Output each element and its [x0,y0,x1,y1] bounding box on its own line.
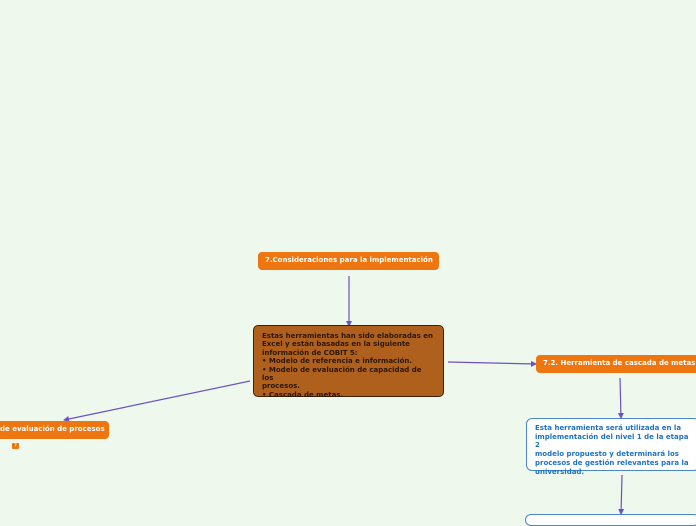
note-node-cascada[interactable]: Esta herramienta será utilizada en la im… [526,418,696,476]
topic-label: 7.Consideraciones para la implementación [265,256,433,264]
central-node[interactable]: Estas herramientas han sido elaboradas e… [253,325,444,399]
note-icon[interactable]: ? [12,443,19,449]
topic-label: de evaluación de procesos [0,425,105,433]
connector-central-to-right [447,360,537,367]
topic-node-evaluacion-procesos[interactable]: de evaluación de procesos [0,421,109,439]
topic-node-cascada-metas[interactable]: 7.2. Herramienta de cascada de metas [536,355,696,373]
connector-central-to-left [63,380,251,422]
connector-right-to-note [617,377,624,419]
note-node-bottom[interactable] [525,514,696,526]
topic-node-consideraciones[interactable]: 7.Consideraciones para la implementación [258,252,439,270]
connector-note-to-bottom [618,474,625,515]
note-icon-glyph: ? [14,443,17,449]
topic-label: 7.2. Herramienta de cascada de metas [543,359,696,367]
